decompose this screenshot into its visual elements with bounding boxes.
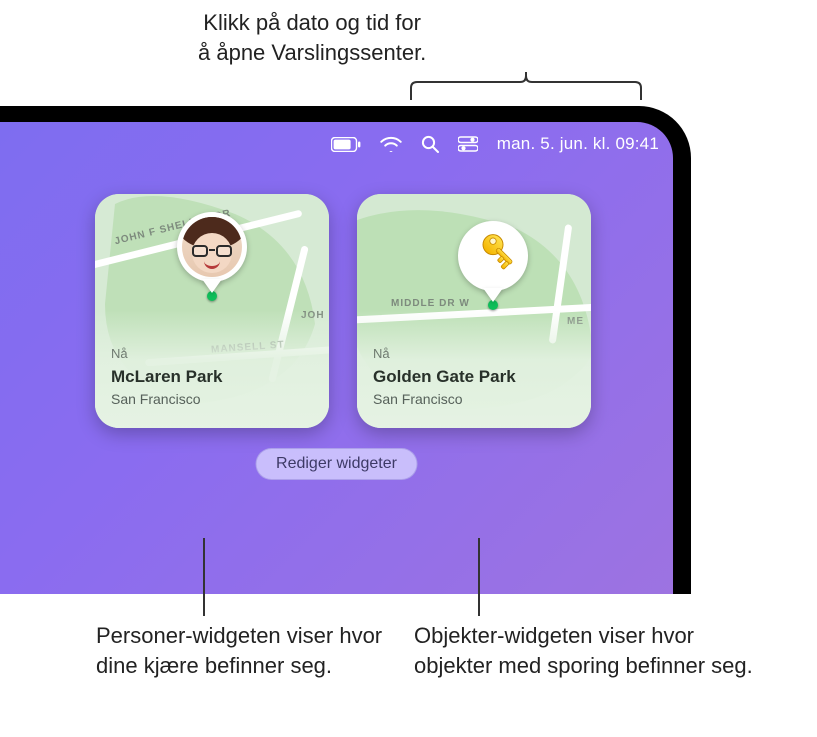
annotation-lead-line-left <box>203 538 205 616</box>
annotation-bottom-left: Personer-widgeten viser hvor dine kjære … <box>96 621 386 680</box>
items-widget-now: Nå <box>373 346 575 361</box>
items-widget-subtitle: San Francisco <box>373 391 575 407</box>
menubar: man. 5. jun. kl. 09:41 <box>331 126 659 162</box>
battery-icon[interactable] <box>331 137 361 152</box>
edit-widgets-button[interactable]: Rediger widgeter <box>255 448 418 480</box>
items-widget-info: Nå Golden Gate Park San Francisco <box>357 310 591 428</box>
annotation-bottom-right: Objekter-widgeten viser hvor objekter me… <box>414 621 754 680</box>
device-frame: man. 5. jun. kl. 09:41 JOHN F SHELLEY DR… <box>0 106 691 594</box>
spotlight-search-icon[interactable] <box>421 135 439 153</box>
annotation-lead-line-right <box>478 538 480 616</box>
people-widget-subtitle: San Francisco <box>111 391 313 407</box>
widgets-row: JOHN F SHELLEY DR MANSELL ST JOH <box>95 194 591 428</box>
items-widget-title: Golden Gate Park <box>373 367 575 387</box>
menubar-datetime[interactable]: man. 5. jun. kl. 09:41 <box>497 134 659 154</box>
items-widget[interactable]: MIDDLE DR W ME <box>357 194 591 428</box>
road-label: MIDDLE DR W <box>391 298 470 309</box>
annotation-top-line2: å åpne Varslingssenter. <box>198 38 426 68</box>
annotation-top-line1: Klikk på dato og tid for <box>198 8 426 38</box>
wifi-icon[interactable] <box>380 136 402 152</box>
people-widget-title: McLaren Park <box>111 367 313 387</box>
control-center-icon[interactable] <box>458 136 478 152</box>
people-widget[interactable]: JOHN F SHELLEY DR MANSELL ST JOH <box>95 194 329 428</box>
annotation-top: Klikk på dato og tid for å åpne Varsling… <box>198 8 426 67</box>
desktop-screen: man. 5. jun. kl. 09:41 JOHN F SHELLEY DR… <box>0 122 673 594</box>
annotation-top-bracket <box>410 72 642 102</box>
people-widget-now: Nå <box>111 346 313 361</box>
people-widget-info: Nå McLaren Park San Francisco <box>95 310 329 428</box>
